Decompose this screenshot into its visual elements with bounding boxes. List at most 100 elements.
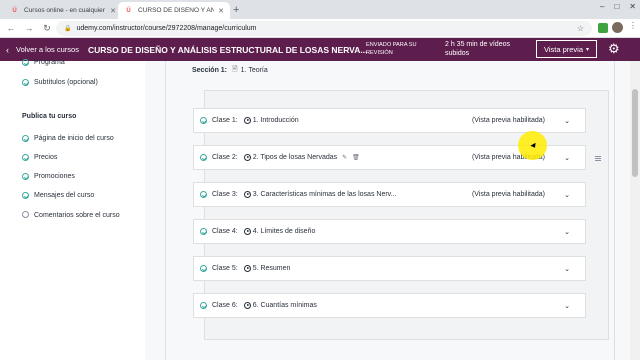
- lecture-title: 5. Resumen: [252, 265, 291, 272]
- sidebar-item-label: Página de inicio del curso: [34, 135, 114, 142]
- pencil-icon[interactable]: ✎: [342, 154, 347, 161]
- lecture-row[interactable]: Clase 1: 1. Introducción (Vista previa h…: [193, 108, 586, 133]
- lecture-row[interactable]: Clase 6: 6. Cuantías mínimas ⌄: [193, 293, 586, 318]
- lecture-row[interactable]: Clase 3: 3. Características mínimas de l…: [193, 182, 586, 207]
- browser-menu-icon[interactable]: ⋮: [629, 21, 637, 30]
- back-label: Volver a los cursos: [16, 45, 79, 54]
- chevron-down-icon[interactable]: ⌄: [564, 154, 570, 162]
- lecture-label: Clase 3:: [212, 191, 238, 198]
- review-status: ENVIADO PARA SU REVISIÓN: [366, 42, 417, 56]
- lecture-title: 4. Límites de diseño: [252, 228, 316, 235]
- play-circle-icon: [243, 228, 251, 235]
- profile-avatar[interactable]: [612, 22, 623, 33]
- back-to-courses-link[interactable]: ‹ Volver a los cursos: [6, 38, 79, 61]
- chevron-down-icon[interactable]: ⌄: [564, 265, 570, 273]
- lecture-title: 3. Características mínimas de las losas …: [252, 191, 397, 198]
- play-circle-icon: [243, 191, 251, 198]
- sidebar-item-label: Programa: [34, 59, 65, 66]
- sidebar-item-label: Promociones: [34, 173, 75, 180]
- lecture-label: Clase 4:: [212, 228, 238, 235]
- check-circle-icon: [22, 59, 29, 66]
- lecture-label: Clase 1:: [212, 117, 238, 124]
- browser-toolbar: ← → ↻ 🔒 udemy.com/instructor/course/2972…: [0, 19, 640, 38]
- url-text: udemy.com/instructor/course/2972208/mana…: [76, 25, 257, 32]
- browser-tab-course[interactable]: Ú CURSO DE DISEÑO Y ANÁLISIS E ✕: [118, 2, 230, 19]
- sidebar-item-label: Subtítulos (opcional): [34, 79, 98, 86]
- empty-circle-icon: [22, 211, 29, 218]
- browser-tab-strip: Ú Cursos online - en cualquier mo ✕ Ú CU…: [0, 0, 640, 19]
- sidebar-item-label: Comentarios sobre el curso: [34, 212, 120, 219]
- check-circle-icon: [200, 191, 207, 198]
- check-circle-icon: [22, 79, 29, 86]
- sidebar-item-mensajes[interactable]: Mensajes del curso: [22, 192, 94, 199]
- play-circle-icon: [243, 117, 251, 124]
- udemy-favicon-icon: Ú: [12, 7, 17, 14]
- play-circle-icon: [243, 154, 251, 161]
- check-circle-icon: [200, 228, 207, 235]
- chevron-down-icon: ▾: [586, 46, 590, 53]
- maximize-button[interactable]: □: [614, 2, 619, 11]
- section-label: Sección 1:: [192, 67, 228, 74]
- lecture-label: Clase 2:: [212, 154, 238, 161]
- sidebar-item-subtitulos[interactable]: Subtítulos (opcional): [22, 79, 98, 86]
- check-circle-icon: [200, 117, 207, 124]
- course-manage-header: ‹ Volver a los cursos CURSO DE DISEÑO Y …: [0, 38, 640, 61]
- sidebar: Programa Subtítulos (opcional) Publica t…: [0, 59, 145, 360]
- publish-heading: Publica tu curso: [22, 113, 77, 120]
- lecture-title: 1. Introducción: [252, 117, 299, 124]
- lecture-row[interactable]: Clase 4: 4. Límites de diseño ⌄: [193, 219, 586, 244]
- tab-title: Cursos online - en cualquier mo: [24, 7, 106, 14]
- sidebar-item-precios[interactable]: Precios: [22, 154, 57, 161]
- check-circle-icon: [200, 154, 207, 161]
- new-tab-button[interactable]: +: [233, 3, 239, 17]
- bookmark-star-icon[interactable]: ☆: [577, 24, 584, 33]
- close-window-button[interactable]: ✕: [629, 2, 636, 11]
- course-title: CURSO DE DISEÑO Y ANÁLISIS ESTRUCTURAL D…: [88, 44, 368, 55]
- address-bar[interactable]: 🔒 udemy.com/instructor/course/2972208/ma…: [56, 21, 592, 36]
- browser-tab-udemy-courses[interactable]: Ú Cursos online - en cualquier mo ✕: [4, 2, 122, 19]
- chevron-down-icon[interactable]: ⌄: [564, 191, 570, 199]
- lock-icon: 🔒: [64, 26, 72, 32]
- play-circle-icon: [243, 302, 251, 309]
- chevron-down-icon[interactable]: ⌄: [564, 117, 570, 125]
- back-arrow-icon[interactable]: ←: [4, 23, 18, 33]
- lecture-label: Clase 5:: [212, 265, 238, 272]
- minimize-button[interactable]: –: [600, 2, 604, 11]
- preview-button[interactable]: Vista previa ▾: [536, 40, 597, 58]
- scrollbar-thumb[interactable]: [632, 89, 638, 177]
- check-circle-icon: [22, 135, 29, 142]
- check-circle-icon: [22, 173, 29, 180]
- chevron-down-icon[interactable]: ⌄: [564, 228, 570, 236]
- trash-icon[interactable]: 🗑: [352, 154, 360, 161]
- section-header: Sección 1: 🗎 1. Teoría: [192, 65, 268, 76]
- forward-arrow-icon[interactable]: →: [22, 23, 36, 33]
- section-title: 1. Teoría: [240, 67, 268, 74]
- tab-close-icon[interactable]: ✕: [110, 7, 116, 15]
- lecture-label: Clase 6:: [212, 302, 238, 309]
- window-controls: – □ ✕: [600, 2, 636, 11]
- sidebar-item-programa[interactable]: Programa: [22, 59, 65, 66]
- reload-icon[interactable]: ↻: [40, 23, 54, 34]
- video-duration: 2 h 35 min de vídeos subidos: [445, 41, 510, 57]
- sidebar-item-comentarios[interactable]: Comentarios sobre el curso: [22, 211, 134, 221]
- sidebar-item-label: Precios: [34, 154, 58, 161]
- check-circle-icon: [200, 265, 207, 272]
- lecture-row[interactable]: Clase 5: 5. Resumen ⌄: [193, 256, 586, 281]
- tab-title: CURSO DE DISEÑO Y ANÁLISIS E: [138, 7, 215, 14]
- sidebar-item-label: Mensajes del curso: [34, 192, 95, 199]
- tab-close-icon[interactable]: ✕: [218, 7, 224, 15]
- lecture-title: 6. Cuantías mínimas: [252, 302, 317, 309]
- gear-icon[interactable]: ⚙: [608, 41, 620, 57]
- lecture-title: 2. Tipos de losas Nervadas: [252, 154, 338, 161]
- extension-icon[interactable]: [598, 23, 608, 33]
- page-scrollbar[interactable]: [630, 61, 640, 360]
- chevron-left-icon: ‹: [6, 44, 9, 55]
- chevron-down-icon[interactable]: ⌄: [564, 302, 570, 310]
- sidebar-item-promociones[interactable]: Promociones: [22, 173, 75, 180]
- check-circle-icon: [200, 302, 207, 309]
- check-circle-icon: [22, 154, 29, 161]
- preview-label: Vista previa: [543, 44, 584, 54]
- sidebar-item-landing-page[interactable]: Página de inicio del curso: [22, 135, 114, 142]
- drag-handle-icon[interactable]: [595, 156, 601, 161]
- preview-enabled-label: (Vista previa habilitada): [471, 117, 545, 124]
